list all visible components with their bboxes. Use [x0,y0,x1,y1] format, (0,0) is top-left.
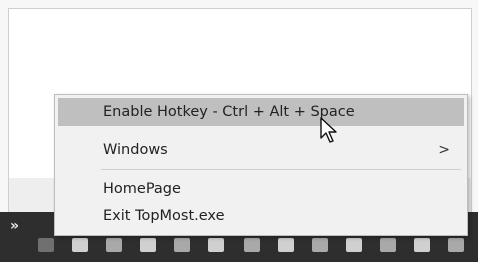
submenu-arrow-icon: > [438,142,450,158]
menu-separator [101,169,461,170]
context-menu: Enable Hotkey - Ctrl + Alt + Space Windo… [54,94,468,236]
taskbar-overflow-chevron[interactable]: » [10,218,19,234]
tray-icon-4[interactable] [140,238,156,252]
tray-icon-1[interactable] [38,238,54,252]
tray-icon-12[interactable] [414,238,430,252]
tray-icon-8[interactable] [278,238,294,252]
menu-item-homepage[interactable]: HomePage [58,175,464,203]
menu-item-enable-hotkey[interactable]: Enable Hotkey - Ctrl + Alt + Space [58,98,464,126]
tray-icon-7[interactable] [244,238,260,252]
tray-icon-13[interactable] [448,238,464,252]
menu-item-label: Exit TopMost.exe [103,208,225,224]
tray-icon-2[interactable] [72,238,88,252]
tray-icon-3[interactable] [106,238,122,252]
tray-icon-5[interactable] [174,238,190,252]
menu-item-label: Enable Hotkey - Ctrl + Alt + Space [103,104,355,120]
tray-icon-9[interactable] [312,238,328,252]
menu-item-label: HomePage [103,181,181,197]
menu-item-label: Windows [103,142,168,158]
menu-item-windows[interactable]: Windows > [58,136,464,164]
mouse-cursor-icon [320,117,337,143]
menu-item-exit[interactable]: Exit TopMost.exe [58,202,464,230]
tray-icon-10[interactable] [346,238,362,252]
tray-icon-11[interactable] [380,238,396,252]
tray-icon-6[interactable] [208,238,224,252]
